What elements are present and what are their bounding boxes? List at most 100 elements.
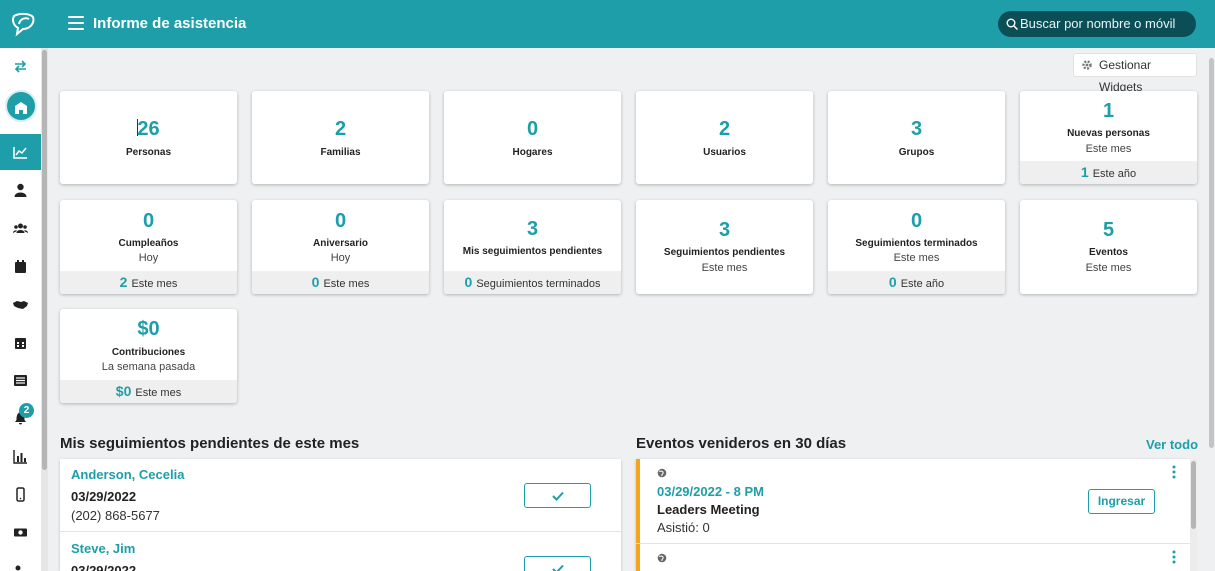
menu-icon[interactable] [68,16,84,30]
stat-value: 1 [1102,100,1115,122]
stat-value: 3 [718,219,731,241]
row-divider [636,543,1190,544]
manage-widgets-button[interactable]: Gestionar Widgets [1073,53,1197,94]
group-icon[interactable] [0,210,41,246]
main-scrollbar[interactable] [1208,48,1215,571]
stat-label: Familias [320,147,361,158]
person-icon[interactable] [0,172,41,208]
top-bar: Informe de asistencia Buscar por nombre … [0,0,1215,48]
check-icon [551,491,564,501]
notification-badge: 2 [19,403,34,418]
footer-value: $0 [115,383,132,399]
globe-icon [657,468,667,478]
event-accent-bar [636,459,640,543]
bar-chart-icon[interactable] [0,438,41,474]
handshake-icon[interactable] [0,286,41,322]
money-icon[interactable] [0,514,41,550]
complete-followup-button[interactable] [524,556,591,571]
followup-date: 03/29/2022 [71,489,137,504]
events-scrollbar[interactable] [1190,459,1197,571]
see-all-link[interactable]: Ver todo [1146,437,1198,452]
footer-label: Seguimientos terminados [476,278,601,290]
stat-card-cumpleanos[interactable]: 0 Cumpleaños Hoy 2 Este mes [60,200,237,294]
stat-value: 0 [910,210,923,232]
stat-sub: La semana pasada [101,361,196,373]
footer-label: Este mes [135,387,182,399]
stat-label: Cumpleaños [118,238,179,249]
stat-footer: 1 Este año [1020,161,1197,184]
text-cursor [137,119,138,136]
stat-card-aniversario[interactable]: 0 Aniversario Hoy 0 Este mes [252,200,429,294]
followup-name[interactable]: Steve, Jim [71,541,135,556]
stat-footer: $0 Este mes [60,380,237,403]
complete-followup-button[interactable] [524,483,591,508]
chart-line-icon [13,146,27,159]
stat-value: 0 [334,210,347,232]
search-input[interactable]: Buscar por nombre o móvil [998,11,1196,37]
stat-sub: Hoy [330,252,351,264]
stat-card-familias[interactable]: 2 Familias [252,91,429,184]
stat-footer: 2 Este mes [60,271,237,294]
stat-card-contribuciones[interactable]: $0 Contribuciones La semana pasada $0 Est… [60,309,237,403]
gear-icon [1082,60,1092,70]
stat-value: 5 [1102,219,1115,241]
stat-card-mis-seguimientos[interactable]: 3 Mis seguimientos pendientes 0 Seguimien… [444,200,621,294]
event-datetime: 03/29/2022 - 8 PM [657,484,764,499]
search-placeholder: Buscar por nombre o móvil [1020,16,1176,31]
stat-label: Hogares [512,147,553,158]
calendar-grid-icon[interactable] [0,324,41,360]
more-options-icon[interactable] [1172,465,1176,479]
footer-label: Este año [900,278,945,290]
stat-sub: Este mes [1085,143,1132,155]
stat-card-seguimientos-terminados[interactable]: 0 Seguimientos terminados Este mes 0 Este… [828,200,1005,294]
more-options-icon[interactable] [1172,550,1176,564]
stat-label: Mis seguimientos pendientes [462,246,603,257]
stat-footer: 0 Este mes [252,271,429,294]
footer-value: 2 [119,274,128,290]
stat-value: 2 [334,118,347,140]
ingresar-button[interactable]: Ingresar [1088,489,1155,514]
stat-card-usuarios[interactable]: 2 Usuarios [636,91,813,184]
stat-label: Personas [125,147,172,158]
stat-card-hogares[interactable]: 0 Hogares [444,91,621,184]
footer-value: 0 [311,274,320,290]
church-avatar[interactable] [5,90,37,122]
stat-label: Eventos [1089,247,1128,258]
followup-phone: (202) 868-5677 [71,508,160,523]
footer-label: Este mes [323,278,370,290]
stat-card-grupos[interactable]: 3 Grupos [828,91,1005,184]
sidebar-scrollbar[interactable] [41,48,48,571]
stat-sub: Este mes [701,262,748,274]
manage-widgets-label: Gestionar Widgets [1099,58,1152,94]
stat-footer: 0 Seguimientos terminados [444,271,621,294]
stat-value: 2 [718,118,731,140]
events-section-title: Eventos venideros en 30 días [636,435,847,452]
stat-sub: Hoy [138,252,159,264]
stat-value: $0 [137,318,160,340]
stat-label: Seguimientos pendientes [663,247,786,258]
followups-section-title: Mis seguimientos pendientes de este mes [60,435,360,452]
list-icon[interactable] [0,362,41,398]
search-icon [1006,18,1018,30]
people-gear-icon[interactable] [0,552,41,571]
stat-card-seguimientos-pendientes[interactable]: 3 Seguimientos pendientes Este mes [636,200,813,294]
followup-name[interactable]: Anderson, Cecelia [71,467,184,482]
mobile-icon[interactable] [0,476,41,512]
switch-arrows-icon[interactable] [0,48,41,84]
globe-icon [657,553,667,563]
stat-value: 26 [137,118,160,140]
stat-sub: Este mes [1085,262,1132,274]
events-panel: 03/29/2022 - 8 PM Leaders Meeting Asisti… [636,459,1190,571]
event-accent-bar [636,544,640,571]
calendar-icon[interactable] [0,248,41,284]
stat-sub: Este mes [893,252,940,264]
footer-value: 0 [888,274,897,290]
sidebar-item-reports[interactable] [0,134,41,170]
sidebar [0,48,41,571]
footer-label: Este año [1092,168,1137,180]
stat-card-nuevas-personas[interactable]: 1 Nuevas personas Este mes 1 Este año [1020,91,1197,184]
stat-card-personas[interactable]: 26 Personas [60,91,237,184]
app-logo-icon[interactable] [10,11,36,37]
stat-card-eventos[interactable]: 5 Eventos Este mes [1020,200,1197,294]
stat-label: Seguimientos terminados [855,238,978,249]
